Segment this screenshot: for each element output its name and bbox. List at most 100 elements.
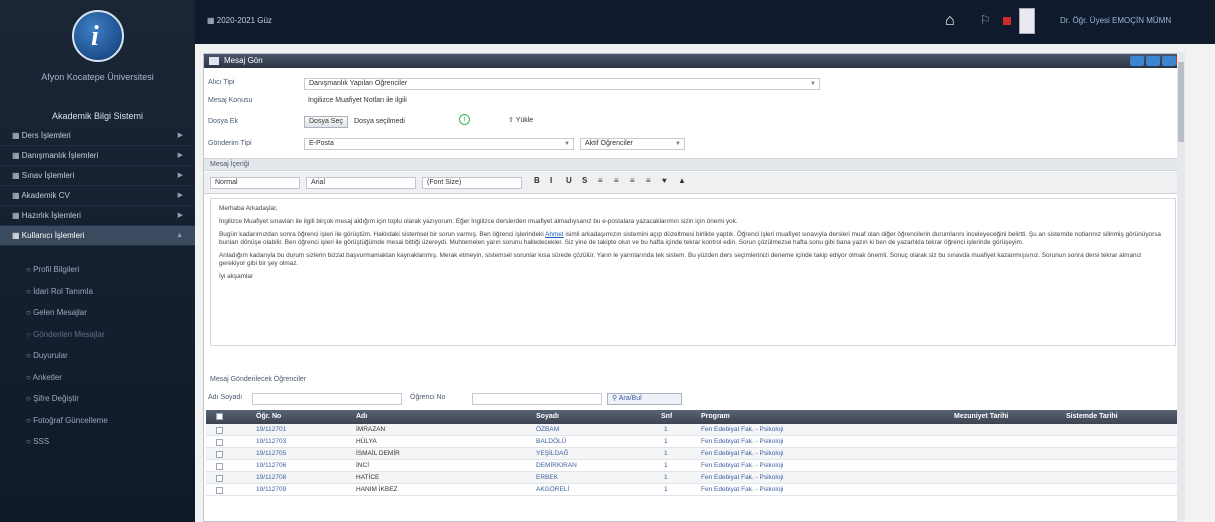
panel-title: Mesaj Gön [224,56,263,65]
italic-icon[interactable]: I [550,176,552,185]
cell-name: HATİCE [356,474,380,481]
sidebar-submenu-item[interactable]: ○ Profil Bilgileri [0,259,195,280]
cell-cls: 1 [664,462,668,469]
cell-name: İNCİ [356,462,369,469]
closing-text: İyi akşamlar [219,273,254,280]
send-type-select[interactable]: E-Posta ▼ [304,138,574,150]
notification-icon[interactable]: ⚐ [980,13,991,27]
recipients-select[interactable]: Aktif Öğrenciler ▼ [580,138,685,150]
row-checkbox[interactable] [216,451,223,458]
sidebar-submenu-item[interactable]: ○ Duyurular [0,345,195,366]
sidebar-submenu-item[interactable]: ○ SSS [0,431,195,452]
table-row[interactable]: 19/112706 İNCİ DEMİRKIRAN 1 Fen Edebiyat Fak… [206,460,1182,472]
message-editor[interactable]: Merhaba Arkadaşlar, İngilizce Muafiyet s… [210,198,1176,346]
col-program[interactable]: Program [701,410,730,424]
greeting-text: Merhaba Arkadaşlar, [219,205,278,212]
cell-program: Fen Edebiyat Fak. - Psikoloji [701,462,784,469]
recipients-table: Öğr. No Adı Soyadı Snf Program Mezuniyet… [206,410,1182,496]
top-bar: ▦ 2020-2021 Güz ⌂ ⚐ Dr. Öğr. Üyesi EMOÇİ… [195,0,1215,44]
bold-icon[interactable]: B [534,176,540,185]
row-checkbox[interactable] [216,463,223,470]
col-graduation[interactable]: Mezuniyet Tarihi [954,410,1008,424]
underline-icon[interactable]: U [566,176,572,185]
row-checkbox[interactable] [216,487,223,494]
name-filter-label: Adı Soyadı [208,394,243,401]
cell-surname: YEŞİLDAĞ [536,450,569,457]
sidebar-menu-item[interactable]: ▦ Ders İşlemleri ▶ [0,126,195,146]
scrollbar-thumb[interactable] [1178,62,1184,142]
page-scrollbar[interactable] [1177,52,1185,522]
align-left-icon[interactable]: ≡ [598,176,603,185]
fill-icon[interactable]: ▲ [678,176,686,185]
choose-file-button[interactable]: Dosya Seç [304,116,348,128]
user-name[interactable]: Dr. Öğr. Üyesi EMOÇİN MÜMN [1060,16,1171,25]
strike-icon[interactable]: S [582,176,587,185]
term-label[interactable]: ▦ 2020-2021 Güz [207,16,272,25]
col-surname[interactable]: Soyadı [536,410,559,424]
panel-header: Mesaj Gön [204,54,1184,68]
sidebar-menu-item[interactable]: ▦ Danışmanlık İşlemleri ▶ [0,146,195,166]
sidebar-submenu-item[interactable]: ○ Fotoğraf Güncelleme [0,410,195,431]
university-logo[interactable]: i [72,10,124,62]
sidebar-submenu-item[interactable]: ○ Gönderilen Mesajlar [0,324,195,345]
table-row[interactable]: 19/112708 HATİCE ERBEK 1 Fen Edebiyat Fak. -… [206,472,1182,484]
table-row[interactable]: 19/112709 HANIM İKBEZ AKGÖRELİ 1 Fen Edebiya… [206,484,1182,496]
name-filter-input[interactable] [252,393,402,405]
sidebar-submenu-item[interactable]: ○ Gelen Mesajlar [0,302,195,323]
col-student-no[interactable]: Öğr. No [256,410,281,424]
row-checkbox[interactable] [216,439,223,446]
name-link: Ahmet [545,231,564,238]
color-icon[interactable]: ♥ [662,176,667,185]
font-size-select[interactable]: (Font Size) [422,177,522,189]
circle-icon: ○ [26,308,34,317]
table-header: Öğr. No Adı Soyadı Snf Program Mezuniyet… [206,410,1182,424]
type-select[interactable]: Danışmanlık Yapılan Öğrenciler ▼ [304,78,820,90]
cell-no: 19/112709 [256,486,287,493]
col-class[interactable]: Snf [661,410,672,424]
cell-cls: 1 [664,474,668,481]
sidebar-menu-item[interactable]: ▦ Kullanıcı İşlemleri ▲ [0,226,195,246]
font-select[interactable]: Arial [306,177,416,189]
circle-icon: ○ [26,265,34,274]
cell-cls: 1 [664,426,668,433]
circle-icon: ○ [26,372,33,382]
cell-cls: 1 [664,486,668,493]
select-all-checkbox[interactable] [216,413,223,420]
table-row[interactable]: 19/112701 İMRAZAN ÖZBAM 1 Fen Edebiyat Fak. … [206,424,1182,436]
sidebar-menu-item[interactable]: ▦ Hazırlık İşlemleri ▶ [0,206,195,226]
number-filter-input[interactable] [472,393,602,405]
format-select[interactable]: Normal [210,177,300,189]
chevron-down-icon: ▲ [176,232,183,239]
home-icon[interactable]: ⌂ [945,12,955,30]
row-checkbox[interactable] [216,475,223,482]
align-center-icon[interactable]: ≡ [614,176,619,185]
chevron-right-icon: ▶ [177,132,183,139]
table-row[interactable]: 19/112703 HÜLYA BALDÖLÜ 1 Fen Edebiyat Fak. … [206,436,1182,448]
align-justify-icon[interactable]: ≡ [646,176,651,185]
sidebar-submenu-item[interactable]: ○ Şifre Değiştir [0,388,195,409]
flag-icon[interactable] [1019,8,1035,34]
upload-button[interactable]: ⇧ Yükle [504,116,537,128]
table-row[interactable]: 19/112705 İSMAİL DEMİR YEŞİLDAĞ 1 Fen Edebiy… [206,448,1182,460]
window-icon [209,57,219,65]
align-right-icon[interactable]: ≡ [630,176,635,185]
sidebar-submenu-item[interactable]: ○ İdari Rol Tanımla [0,281,195,302]
info-icon[interactable]: i [459,114,470,125]
col-system-date[interactable]: Sistemde Tarihi [1066,410,1118,424]
window-refresh-button[interactable] [1130,56,1144,66]
sidebar-submenu-item[interactable]: ○ Anketler [0,367,195,388]
cell-program: Fen Edebiyat Fak. - Psikoloji [701,486,784,493]
search-button[interactable]: ⚲ Ara/Bul [607,393,682,405]
sidebar-menu-item[interactable]: ▦ Sınav İşlemleri ▶ [0,166,195,186]
col-name[interactable]: Adı [356,410,367,424]
subject-input[interactable]: İngilizce Muafiyet Notları ile ilgili [304,96,820,108]
chevron-right-icon: ▶ [177,192,183,199]
sidebar-menu-item[interactable]: ▦ Akademik CV ▶ [0,186,195,206]
cell-surname: BALDÖLÜ [536,438,567,445]
cell-name: İMRAZAN [356,426,386,433]
window-minimize-button[interactable] [1146,56,1160,66]
row-checkbox[interactable] [216,427,223,434]
window-maximize-button[interactable] [1162,56,1176,66]
recipients-title: Mesaj Gönderilecek Öğrenciler [210,376,307,383]
circle-icon: ○ [26,394,34,403]
